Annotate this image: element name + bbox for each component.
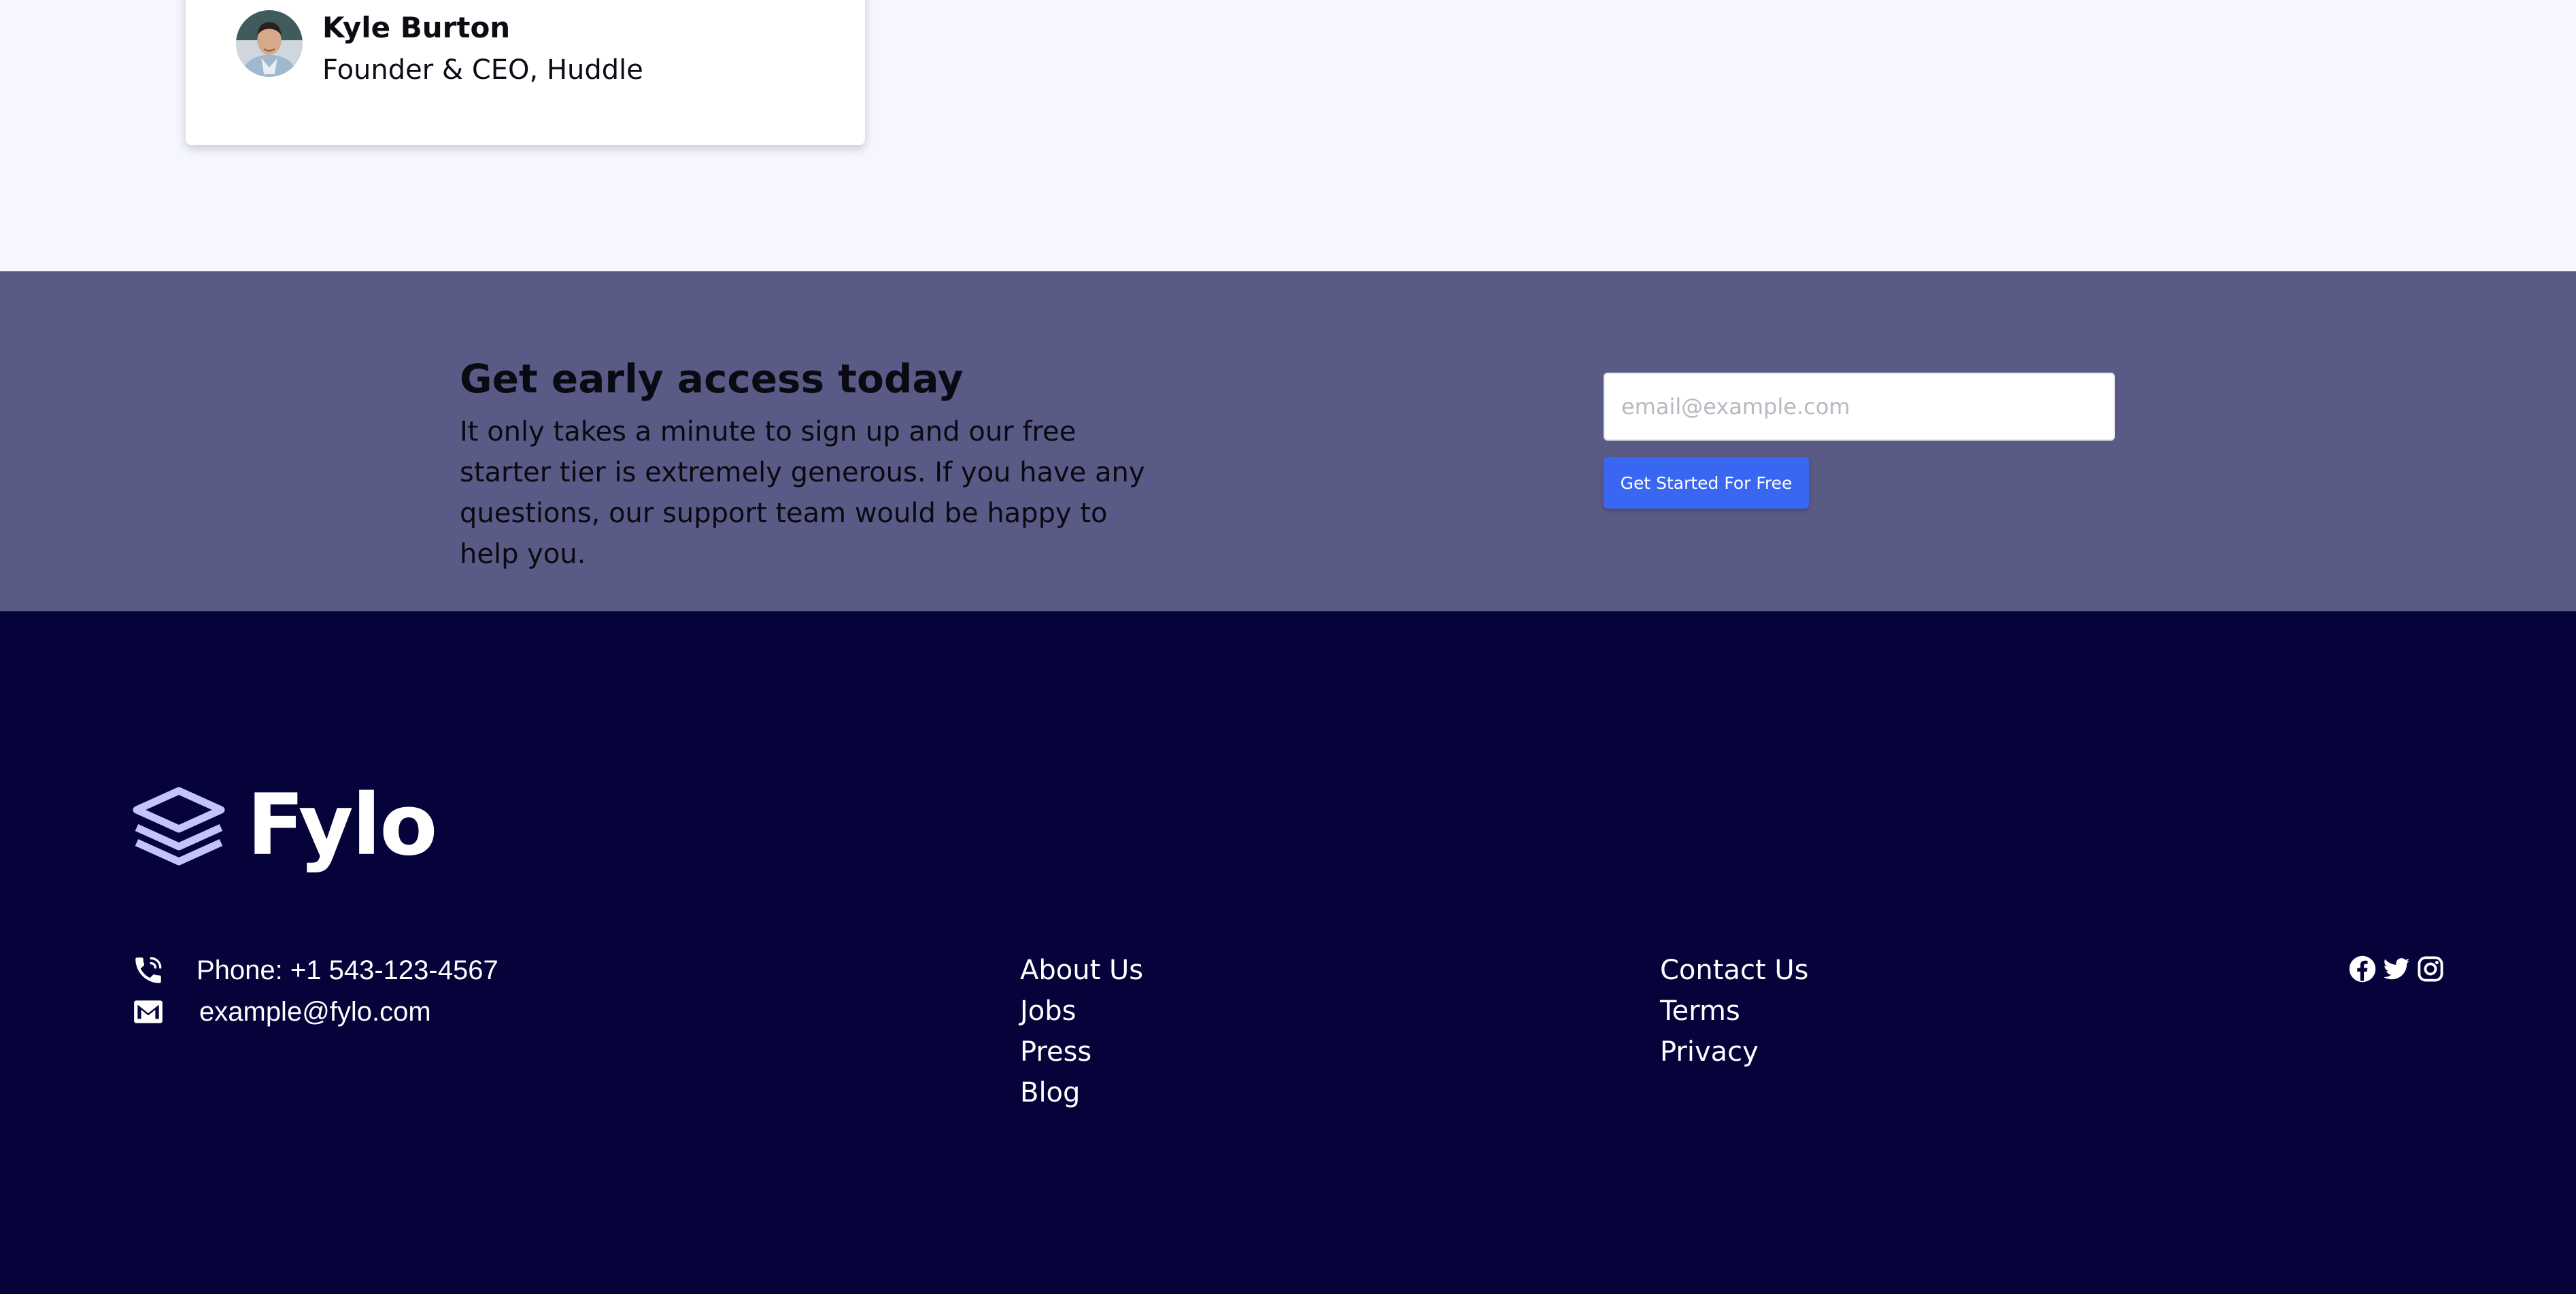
mail-icon <box>134 1000 163 1023</box>
footer-link-jobs[interactable]: Jobs <box>1020 991 1143 1032</box>
footer-link-about-us[interactable]: About Us <box>1020 950 1143 991</box>
testimonial-card: Kyle Burton Founder & CEO, Huddle <box>186 0 865 145</box>
avatar <box>236 10 303 77</box>
email-input[interactable] <box>1604 373 2115 441</box>
footer-link-press[interactable]: Press <box>1020 1032 1143 1072</box>
footer-logo[interactable]: Fylo <box>131 777 437 874</box>
brand-name: Fylo <box>247 777 437 874</box>
layers-logo-icon <box>133 787 225 866</box>
avatar-image <box>236 10 303 77</box>
cta-heading: Get early access today <box>460 356 964 402</box>
twitter-link[interactable] <box>2382 955 2411 983</box>
contact-phone: Phone: +1 543-123-4567 <box>131 950 498 991</box>
get-started-button[interactable]: Get Started For Free <box>1604 457 1809 509</box>
footer-link-blog[interactable]: Blog <box>1020 1072 1143 1113</box>
author-name: Kyle Burton <box>322 11 511 44</box>
instagram-link[interactable] <box>2416 955 2445 983</box>
instagram-icon <box>2418 956 2443 982</box>
email-text: example@fylo.com <box>199 996 431 1027</box>
contact-email: example@fylo.com <box>131 991 431 1032</box>
footer-links-support: Contact Us Terms Privacy <box>1660 950 1808 1072</box>
footer-link-privacy[interactable]: Privacy <box>1660 1032 1808 1072</box>
footer-links-company: About Us Jobs Press Blog <box>1020 950 1143 1113</box>
footer-link-contact-us[interactable]: Contact Us <box>1660 950 1808 991</box>
footer: Fylo Phone: +1 543-123-4567 example@fylo… <box>0 611 2576 1294</box>
facebook-link[interactable] <box>2348 955 2377 983</box>
testimonial-section: Kyle Burton Founder & CEO, Huddle <box>0 0 2576 271</box>
phone-text: Phone: +1 543-123-4567 <box>197 955 498 985</box>
twitter-icon <box>2383 958 2410 980</box>
footer-link-terms[interactable]: Terms <box>1660 991 1808 1032</box>
phone-icon <box>135 957 162 983</box>
facebook-icon <box>2349 955 2376 983</box>
early-access-section: Get early access today It only takes a m… <box>0 271 2576 611</box>
cta-description: It only takes a minute to sign up and ou… <box>460 416 1145 570</box>
social-links <box>2348 955 2445 983</box>
author-title: Founder & CEO, Huddle <box>322 54 643 86</box>
